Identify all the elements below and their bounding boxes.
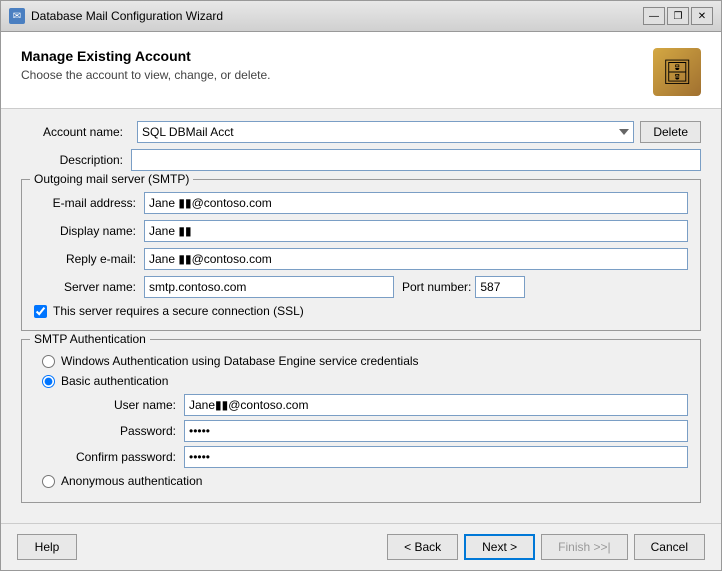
account-name-label: Account name: — [21, 125, 131, 139]
cancel-button[interactable]: Cancel — [634, 534, 705, 560]
account-name-row: Account name: SQL DBMail Acct Delete — [21, 121, 701, 143]
description-row: Description: — [21, 149, 701, 171]
header-text: Manage Existing Account Choose the accou… — [21, 48, 271, 82]
page-subtitle: Choose the account to view, change, or d… — [21, 68, 271, 82]
password-input[interactable] — [184, 420, 688, 442]
user-name-label: User name: — [74, 398, 184, 412]
port-number-label: Port number: — [402, 280, 471, 294]
windows-auth-label[interactable]: Windows Authentication using Database En… — [61, 354, 419, 368]
window-title: Database Mail Configuration Wizard — [31, 9, 637, 23]
password-label: Password: — [74, 424, 184, 438]
password-row: Password: — [74, 420, 688, 442]
minimize-button[interactable]: — — [643, 7, 665, 25]
display-name-row: Display name: — [34, 220, 688, 242]
anonymous-auth-label[interactable]: Anonymous authentication — [61, 474, 202, 488]
window-icon: ✉ — [9, 8, 25, 24]
ssl-checkbox-row: This server requires a secure connection… — [34, 304, 688, 318]
server-name-label: Server name: — [34, 280, 144, 294]
anonymous-auth-row: Anonymous authentication — [42, 474, 688, 488]
ssl-checkbox[interactable] — [34, 305, 47, 318]
email-address-input[interactable] — [144, 192, 688, 214]
help-button[interactable]: Help — [17, 534, 77, 560]
reply-email-label: Reply e-mail: — [34, 252, 144, 266]
next-button[interactable]: Next > — [464, 534, 535, 560]
user-name-input[interactable] — [184, 394, 688, 416]
basic-auth-row: Basic authentication — [42, 374, 688, 388]
user-name-row: User name: — [74, 394, 688, 416]
email-address-label: E-mail address: — [34, 196, 144, 210]
reply-email-input[interactable] — [144, 248, 688, 270]
delete-button[interactable]: Delete — [640, 121, 701, 143]
auth-fields: User name: Password: Confirm password: — [74, 394, 688, 468]
basic-auth-label[interactable]: Basic authentication — [61, 374, 168, 388]
auth-section-title: SMTP Authentication — [30, 332, 150, 346]
anonymous-auth-radio[interactable] — [42, 475, 55, 488]
auth-section-content: Windows Authentication using Database En… — [34, 354, 688, 488]
close-button[interactable]: ✕ — [691, 7, 713, 25]
description-input[interactable] — [131, 149, 701, 171]
windows-auth-row: Windows Authentication using Database En… — [42, 354, 688, 368]
smtp-section: Outgoing mail server (SMTP) E-mail addre… — [21, 179, 701, 331]
footer-left: Help — [17, 534, 77, 560]
port-number-input[interactable] — [475, 276, 525, 298]
confirm-password-input[interactable] — [184, 446, 688, 468]
account-name-select[interactable]: SQL DBMail Acct — [137, 121, 634, 143]
basic-auth-radio[interactable] — [42, 375, 55, 388]
footer-right: < Back Next > Finish >>| Cancel — [387, 534, 705, 560]
windows-auth-radio[interactable] — [42, 355, 55, 368]
content-area: Account name: SQL DBMail Acct Delete Des… — [1, 109, 721, 523]
finish-button[interactable]: Finish >>| — [541, 534, 627, 560]
page-title: Manage Existing Account — [21, 48, 271, 64]
header-icon: 🗄 — [653, 48, 701, 96]
footer: Help < Back Next > Finish >>| Cancel — [1, 523, 721, 570]
display-name-label: Display name: — [34, 224, 144, 238]
header-section: Manage Existing Account Choose the accou… — [1, 32, 721, 109]
main-window: ✉ Database Mail Configuration Wizard — ❐… — [0, 0, 722, 571]
server-name-row: Server name: Port number: — [34, 276, 688, 298]
display-name-input[interactable] — [144, 220, 688, 242]
title-bar: ✉ Database Mail Configuration Wizard — ❐… — [1, 1, 721, 32]
ssl-checkbox-label[interactable]: This server requires a secure connection… — [53, 304, 304, 318]
description-label: Description: — [21, 153, 131, 167]
email-address-row: E-mail address: — [34, 192, 688, 214]
restore-button[interactable]: ❐ — [667, 7, 689, 25]
confirm-password-label: Confirm password: — [74, 450, 184, 464]
auth-section: SMTP Authentication Windows Authenticati… — [21, 339, 701, 503]
reply-email-row: Reply e-mail: — [34, 248, 688, 270]
back-button[interactable]: < Back — [387, 534, 458, 560]
server-name-input[interactable] — [144, 276, 394, 298]
smtp-section-title: Outgoing mail server (SMTP) — [30, 172, 193, 186]
smtp-section-content: E-mail address: Display name: Reply e-ma… — [34, 192, 688, 318]
confirm-password-row: Confirm password: — [74, 446, 688, 468]
title-bar-controls: — ❐ ✕ — [643, 7, 713, 25]
